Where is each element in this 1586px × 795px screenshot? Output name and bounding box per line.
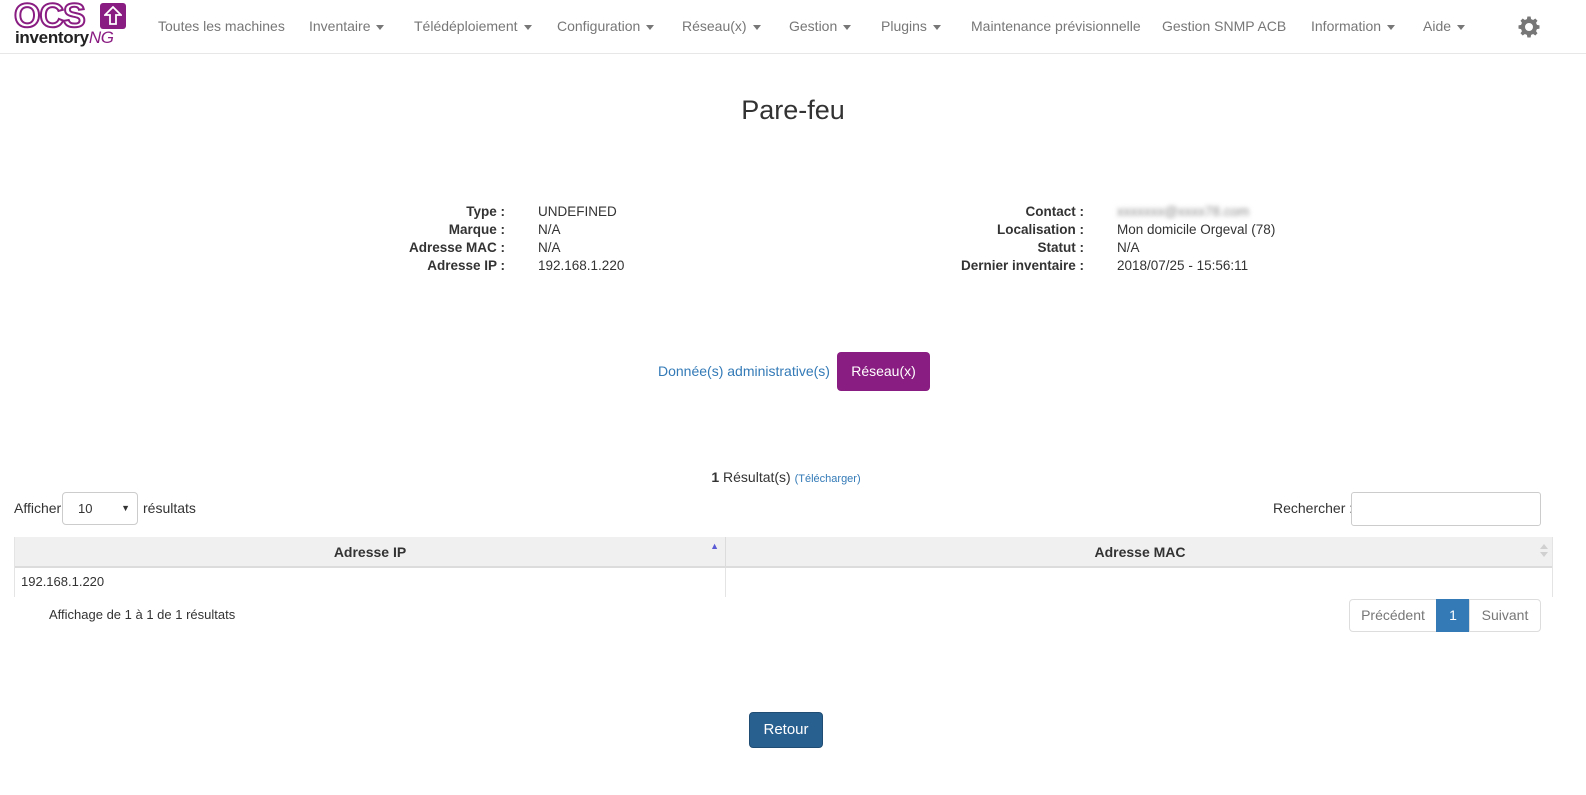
table-info: Affichage de 1 à 1 de 1 résultats [49,607,236,622]
detail-label-type: Type : [466,204,505,219]
nav-label: Plugins [881,18,927,34]
nav-label: Information [1311,18,1382,34]
page-size-select[interactable]: 10 ▼ [62,492,138,525]
search-label: Rechercher : [1273,500,1354,516]
detail-label-last-inventory: Dernier inventaire : [960,258,1084,273]
table-cell-ip: 192.168.1.220 [15,568,726,597]
caret-down-icon [1387,24,1396,30]
column-header-label: Adresse MAC [1094,544,1186,560]
detail-value-ip: 192.168.1.220 [538,258,625,273]
nav-gestion-snmp[interactable]: Gestion SNMP ACB [1162,0,1286,54]
nav-label: Configuration [557,18,641,34]
nav-label: Télédéploiement [414,18,518,34]
caret-down-icon [1457,24,1466,30]
nav-aide[interactable]: Aide [1423,0,1466,54]
top-navbar: OCS inventoryNG Toutes les machines Inve… [0,0,1586,54]
pagination-previous[interactable]: Précédent [1349,599,1437,632]
caret-down-icon [523,24,532,30]
tab-network[interactable]: Réseau(x) [837,352,930,391]
column-header-label: Adresse IP [333,544,407,560]
nav-inventaire[interactable]: Inventaire [309,0,385,54]
page-title: Pare-feu [741,95,845,125]
nav-label: Toutes les machines [158,18,285,34]
detail-value-mac: N/A [538,240,561,255]
detail-value-last-inventory: 2018/07/25 - 15:56:11 [1117,258,1249,273]
nav-information[interactable]: Information [1311,0,1396,54]
pagination-page-1[interactable]: 1 [1436,599,1470,632]
logo-text-inventory: inventory [15,28,89,47]
logo-text-ng: NG [88,28,114,47]
caret-down-icon [646,24,655,30]
detail-label-localisation: Localisation : [996,222,1084,237]
caret-down-icon [752,24,761,30]
download-link[interactable]: (Télécharger) [795,473,861,485]
back-button[interactable]: Retour [749,712,823,748]
results-summary: 1 Résultat(s) (Télécharger) [0,469,1572,485]
caret-down-icon [843,24,852,30]
detail-value-marque: N/A [538,222,561,237]
nav-label: Réseau(x) [682,18,747,34]
nav-label: Gestion SNMP ACB [1162,18,1287,34]
column-header-ip[interactable]: Adresse IP ▲ [15,537,726,568]
nav-plugins[interactable]: Plugins [881,0,941,54]
detail-value-statut: N/A [1117,240,1140,255]
detail-value-localisation: Mon domicile Orgeval (78) [1117,222,1276,237]
caret-down-icon [932,24,941,30]
page-size-suffix: résultats [143,500,196,516]
sort-both-icon [1540,544,1548,558]
detail-label-ip: Adresse IP : [427,258,505,273]
caret-down-icon [376,24,385,30]
nav-configuration[interactable]: Configuration [557,0,655,54]
nav-label: Aide [1423,18,1452,34]
pagination-next[interactable]: Suivant [1469,599,1541,632]
results-table: Adresse IP ▲ Adresse MAC 192.168.1.220 [14,537,1553,597]
nav-all-machines[interactable]: Toutes les machines [158,0,285,54]
detail-value-contact: xxxxxxx@xxxx78.com [1117,204,1250,219]
select-arrow-icon: ▼ [121,503,130,513]
ocs-inventory-logo[interactable]: OCS inventoryNG [13,0,128,47]
results-label: Résultat(s) [723,469,791,485]
nav-maintenance[interactable]: Maintenance prévisionnelle [971,0,1141,54]
column-header-mac[interactable]: Adresse MAC [726,537,1552,568]
nav-gestion[interactable]: Gestion [789,0,852,54]
detail-label-contact: Contact : [1025,204,1085,219]
table-cell-mac [726,568,1552,597]
gear-icon[interactable] [1517,15,1541,39]
detail-label-marque: Marque : [448,222,505,237]
search-input[interactable] [1351,492,1541,526]
nav-label: Inventaire [309,18,371,34]
logo-arrow-icon [100,3,126,29]
page-size-prefix: Afficher [14,500,62,516]
nav-reseaux[interactable]: Réseau(x) [682,0,761,54]
results-count: 1 [711,469,720,485]
detail-label-mac: Adresse MAC : [408,240,505,255]
detail-label-statut: Statut : [1037,240,1085,255]
sort-ascending-icon: ▲ [710,541,719,551]
nav-label: Maintenance prévisionnelle [971,18,1141,34]
nav-teledeploiement[interactable]: Télédéploiement [414,0,532,54]
detail-value-type: UNDEFINED [538,204,617,219]
page-size-value: 10 [78,501,93,516]
tab-admin-data[interactable]: Donnée(s) administrative(s) [658,363,830,379]
nav-label: Gestion [789,18,838,34]
